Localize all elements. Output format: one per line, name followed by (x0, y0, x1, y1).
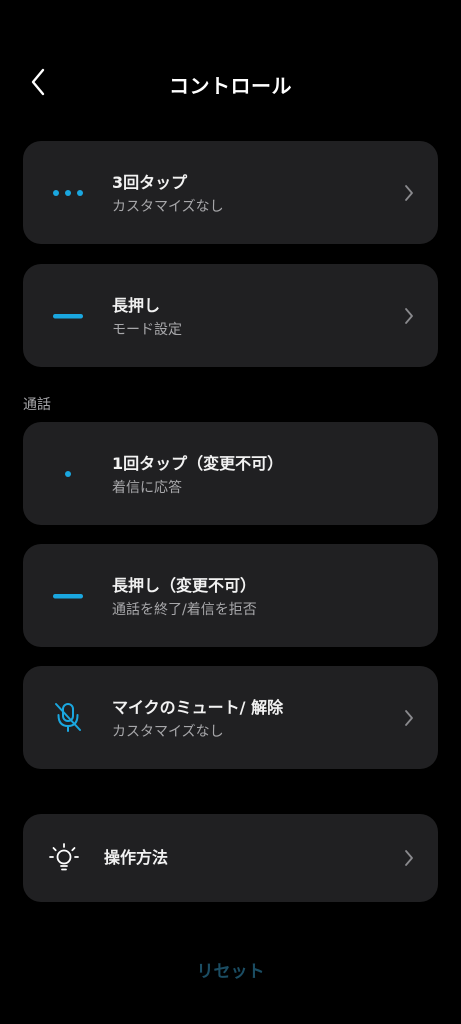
chevron-right-icon (402, 848, 416, 868)
mic-mute-card[interactable]: マイクのミュート/ 解除 カスタマイズなし (23, 666, 438, 769)
mic-off-icon (51, 700, 85, 734)
reset-button[interactable]: リセット (0, 957, 461, 982)
lightbulb-icon (47, 841, 81, 875)
long-press-title: 長押し (112, 296, 161, 315)
triple-tap-title: 3回タップ (112, 173, 188, 192)
call-long-press-card: 長押し（変更不可） 通話を終了/着信を拒否 (23, 544, 438, 647)
mic-mute-subtitle: カスタマイズなし (112, 724, 224, 740)
chevron-right-icon (402, 708, 416, 728)
triple-tap-subtitle: カスタマイズなし (112, 199, 224, 215)
call-long-press-title: 長押し（変更不可） (112, 576, 257, 595)
call-long-press-subtitle: 通話を終了/着信を拒否 (112, 602, 257, 618)
call-single-tap-title: 1回タップ（変更不可） (112, 454, 284, 473)
top-bar: コントロール (0, 0, 461, 125)
dash-icon (51, 579, 85, 613)
call-single-tap-card: 1回タップ（変更不可） 着信に応答 (23, 422, 438, 525)
mic-mute-title: マイクのミュート/ 解除 (112, 698, 284, 717)
long-press-subtitle: モード設定 (112, 322, 182, 338)
long-press-card[interactable]: 長押し モード設定 (23, 264, 438, 367)
single-dot-icon (51, 457, 85, 491)
how-to-card[interactable]: 操作方法 (23, 814, 438, 902)
call-single-tap-subtitle: 着信に応答 (112, 480, 182, 496)
chevron-right-icon (402, 183, 416, 203)
chevron-right-icon (402, 306, 416, 326)
dash-icon (51, 299, 85, 333)
page-title: コントロール (169, 74, 292, 98)
section-label-call: 通話 (23, 397, 51, 413)
how-to-title: 操作方法 (104, 848, 169, 867)
triple-tap-card[interactable]: 3回タップ カスタマイズなし (23, 141, 438, 244)
three-dots-icon (51, 176, 85, 210)
